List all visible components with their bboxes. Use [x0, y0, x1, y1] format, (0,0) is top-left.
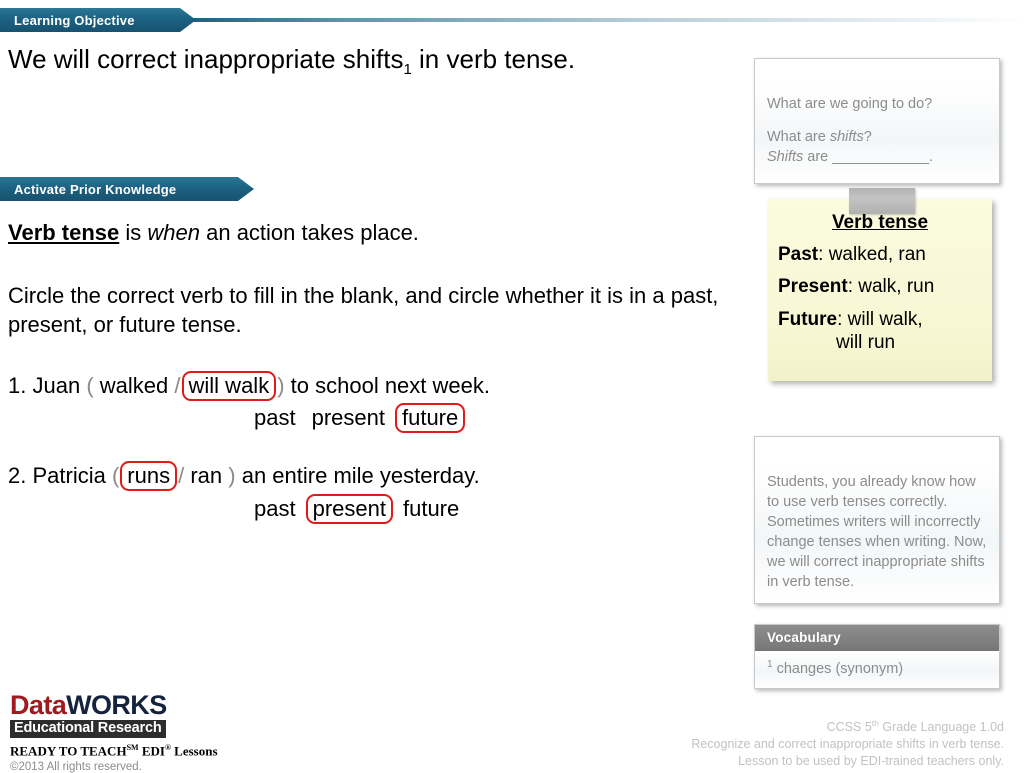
question-2-close-paren: ) [228, 463, 236, 488]
question-2-tense-present[interactable]: present [305, 494, 393, 525]
question-2-subject: Patricia [32, 463, 106, 488]
question-2-open-paren: ( [111, 463, 120, 488]
vocabulary-header: Vocabulary [755, 625, 999, 651]
sticky-note-label-past: Past [778, 244, 819, 266]
dataworks-logo: DataWORKS Educational Research READY TO … [10, 692, 270, 773]
standard-description: Recognize and correct inappropriate shif… [691, 737, 1004, 752]
sticky-note-row-present: Present: walk, run [778, 275, 982, 298]
activate-prior-knowledge-banner-label: Activate Prior Knowledge [14, 181, 177, 197]
cfu-sentence-frame: Shifts are ____________. [767, 147, 987, 167]
question-1-tense-past[interactable]: past [254, 405, 296, 430]
sticky-note-row-past: Past: walked, ran [778, 243, 982, 266]
sticky-note-sep-future: : [837, 308, 848, 330]
ready-to-teach-post: Lessons [170, 743, 218, 759]
question-1-slash: / [174, 373, 181, 398]
sticky-note-title: Verb tense [831, 212, 929, 233]
question-2-tense-future[interactable]: future [403, 496, 459, 521]
cfu-sentence-frame-rest: are ____________. [803, 149, 934, 165]
sticky-note-tape-icon [849, 188, 915, 214]
cfu-question-2-prefix: What are [767, 129, 830, 145]
vocabulary-title: Vocabulary [767, 630, 841, 645]
standard-code-line: CCSS 5th Grade Language 1.0d [691, 718, 1004, 736]
ready-to-teach-mid: EDI [138, 743, 165, 759]
question-2-option-b[interactable]: ran [190, 463, 222, 488]
definition-mid: is [119, 220, 148, 245]
sticky-note-value-past: walked, ran [828, 244, 926, 266]
cfu-panel-header: CFU [755, 59, 999, 85]
exercise-instruction: Circle the correct verb to fill in the b… [8, 283, 719, 338]
logo-works-text: WORKS [66, 690, 167, 720]
cfu-question-2-suffix: ? [863, 129, 872, 145]
make-connection-header: Make Connection [755, 437, 999, 463]
question-1-subject: Juan [32, 373, 81, 398]
cfu-panel-body: What are we going to do? What are shifts… [755, 85, 999, 183]
sticky-note-row-future: Future: will walk, will run [778, 308, 982, 354]
cfu-question-2: What are shifts? [767, 127, 987, 147]
question-1-tense-future[interactable]: future [394, 403, 466, 434]
question-2-option-a[interactable]: runs [120, 461, 178, 492]
learning-objective-banner-label: Learning Objective [14, 12, 135, 28]
cfu-question-1: What are we going to do? [767, 96, 933, 112]
logo-subtitle: Educational Research [10, 720, 166, 739]
learning-objective-footnote-marker: 1 [403, 61, 412, 79]
learning-objective-text-before: We will correct inappropriate shifts [8, 44, 404, 74]
cfu-panel-title: CFU [767, 64, 796, 79]
sticky-note-value-future-continued: will run [836, 331, 896, 353]
sticky-note-value-future: will walk, [847, 308, 923, 330]
learning-objective-rule [190, 18, 1024, 22]
make-connection-panel: Make Connection Students, you already kn… [754, 436, 1000, 604]
question-1-open-paren: ( [86, 373, 94, 398]
ready-to-teach-pre: READY TO TEACH [10, 743, 127, 759]
sticky-note-verb-tense: Verb tense Past: walked, ran Present: wa… [768, 199, 992, 381]
question-2: 2. Patricia (runs / ran ) an entire mile … [8, 461, 480, 492]
question-2-number: 2. [8, 463, 27, 488]
standard-ordinal-suffix: th [871, 718, 879, 728]
verb-tense-term: Verb tense [8, 220, 120, 245]
sticky-note-sep-present: : [847, 276, 859, 298]
sticky-note-value-present: walk, run [858, 276, 935, 298]
definition-rest: an action takes place. [200, 220, 419, 245]
standards-footer: CCSS 5th Grade Language 1.0d Recognize a… [691, 718, 1004, 770]
question-1-option-a[interactable]: walked [100, 373, 168, 398]
usage-note: Lesson to be used by EDI-trained teacher… [738, 753, 1004, 768]
make-connection-body: Students, you already know how to use ve… [755, 463, 999, 603]
cfu-panel: CFU What are we going to do? What are sh… [754, 58, 1000, 184]
verb-tense-definition: Verb tense is when an action takes place… [8, 218, 738, 247]
sticky-note-label-future: Future [778, 308, 838, 330]
sticky-note-label-present: Present [778, 276, 848, 298]
question-2-tail: an entire mile yesterday. [241, 463, 480, 488]
copyright-text: ©2013 All rights reserved. [10, 760, 142, 773]
question-2-slash: / [178, 463, 185, 488]
standard-code-post: Grade Language 1.0d [878, 720, 1004, 735]
vocabulary-entry: changes (synonym) [772, 660, 904, 677]
vocabulary-panel: Vocabulary 1 changes (synonym) [754, 624, 1000, 689]
question-2-tense-past[interactable]: past [254, 496, 296, 521]
cfu-question-2-italic: shifts [829, 129, 864, 145]
activate-prior-knowledge-banner: Activate Prior Knowledge [0, 177, 254, 201]
dataworks-logo-wordmark: DataWORKS [10, 692, 270, 719]
make-connection-title: Make Connection [767, 442, 882, 457]
vocabulary-body: 1 changes (synonym) [755, 651, 999, 688]
definition-emphasis: when [147, 220, 200, 245]
question-1-option-b[interactable]: will walk [181, 371, 277, 402]
question-1-tail: to school next week. [290, 373, 490, 398]
question-1-number: 1. [8, 373, 27, 398]
sticky-note-sep-past: : [818, 244, 829, 266]
question-2-tense-choices: past present future [254, 494, 459, 525]
question-1-tense-choices: past present future [254, 403, 466, 434]
question-1-tense-present[interactable]: present [312, 405, 385, 430]
service-mark-icon: SM [126, 743, 139, 753]
logo-data-text: Data [10, 690, 67, 720]
learning-objective-text: We will correct inappropriate shifts1 in… [8, 44, 728, 79]
ready-to-teach-line: READY TO TEACHSM EDI® Lessons [10, 743, 270, 759]
learning-objective-text-after: in verb tense. [411, 44, 576, 74]
learning-objective-banner: Learning Objective [0, 8, 196, 32]
standard-code-pre: CCSS 5 [826, 720, 872, 735]
cfu-sentence-frame-italic: Shifts [767, 149, 804, 165]
question-1: 1. Juan ( walked / will walk) to school n… [8, 371, 490, 402]
question-1-close-paren: ) [277, 373, 285, 398]
